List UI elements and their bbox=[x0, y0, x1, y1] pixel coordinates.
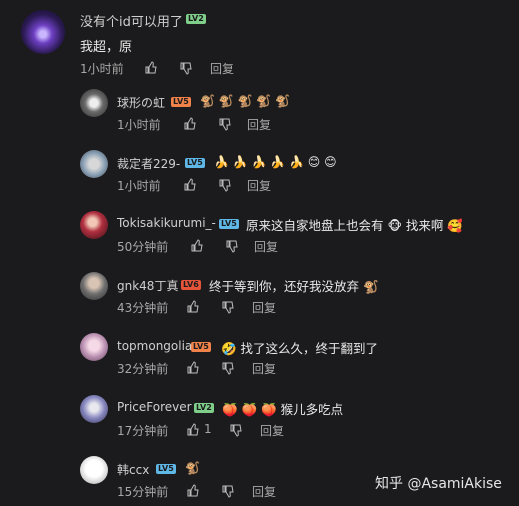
thumbs-up-icon[interactable] bbox=[190, 239, 204, 253]
thumbs-down-icon[interactable] bbox=[218, 117, 232, 131]
like-count: 1 bbox=[204, 422, 212, 436]
reply-button[interactable]: 回复 bbox=[260, 422, 284, 439]
reply-button[interactable]: 回复 bbox=[252, 483, 276, 500]
thumbs-down-icon[interactable] bbox=[221, 361, 235, 375]
thumbs-up-icon[interactable] bbox=[183, 117, 197, 131]
reply-time: 32分钟前 bbox=[117, 362, 169, 376]
thumbs-down-icon[interactable] bbox=[229, 423, 243, 437]
avatar[interactable] bbox=[80, 150, 108, 178]
reply-text: 终于等到你，还好我没放弃 🐒 bbox=[209, 279, 379, 294]
reply-username[interactable]: Tokisakikurumi_- bbox=[117, 216, 216, 230]
reply-text: 🐒 🐒 🐒 🐒 🐒 bbox=[200, 94, 290, 108]
reply-text: 🤣 找了这么久，终于翻到了 bbox=[221, 341, 379, 356]
level-badge: LV5 bbox=[219, 219, 239, 229]
reply-text: 🐒 bbox=[185, 461, 200, 475]
reply-time: 1小时前 bbox=[117, 118, 161, 132]
level-badge: LV2 bbox=[194, 403, 214, 413]
reply-time: 17分钟前 bbox=[117, 424, 169, 438]
avatar[interactable] bbox=[80, 456, 108, 484]
thumbs-down-icon[interactable] bbox=[179, 61, 193, 75]
thumbs-down-icon[interactable] bbox=[221, 300, 235, 314]
level-badge: LV5 bbox=[191, 342, 211, 352]
thumbs-up-icon[interactable] bbox=[186, 484, 200, 498]
thumbs-up-icon[interactable] bbox=[183, 178, 197, 192]
reply-text: 🍌 🍌 🍌 🍌 🍌 😊 😊 bbox=[214, 155, 337, 169]
avatar[interactable] bbox=[80, 333, 108, 361]
level-badge: LV2 bbox=[186, 14, 206, 24]
thumbs-down-icon[interactable] bbox=[221, 484, 235, 498]
reply-button[interactable]: 回复 bbox=[252, 299, 276, 316]
comment-time: 1小时前 bbox=[80, 62, 124, 76]
reply-button[interactable]: 回复 bbox=[254, 238, 278, 255]
reply-text: 🍑 🍑 🍑 猴儿多吃点 bbox=[222, 402, 344, 417]
reply-time: 50分钟前 bbox=[117, 240, 169, 254]
comment-text: 我超，原 bbox=[80, 40, 133, 55]
avatar[interactable] bbox=[80, 89, 108, 117]
reply-time: 15分钟前 bbox=[117, 485, 169, 499]
thumbs-up-icon[interactable] bbox=[186, 423, 200, 437]
reply-username[interactable]: 裁定者229- bbox=[117, 155, 180, 172]
reply-username[interactable]: PriceForever bbox=[117, 400, 192, 414]
reply-button[interactable]: 回复 bbox=[252, 360, 276, 377]
watermark: 知乎 @AsamiAkise bbox=[375, 476, 502, 492]
reply-time: 1小时前 bbox=[117, 179, 161, 193]
thumbs-down-icon[interactable] bbox=[218, 178, 232, 192]
reply-text: 原来这自家地盘上也会有 🐵 找来啊 🥰 bbox=[246, 218, 463, 233]
reply-button[interactable]: 回复 bbox=[247, 177, 271, 194]
level-badge: LV6 bbox=[181, 280, 201, 290]
reply-username[interactable]: 球形の虹 bbox=[117, 94, 165, 111]
level-badge: LV5 bbox=[171, 97, 191, 107]
avatar[interactable] bbox=[80, 395, 108, 423]
thumbs-up-icon[interactable] bbox=[186, 361, 200, 375]
avatar[interactable] bbox=[21, 10, 65, 54]
comment-username[interactable]: 没有个id可以用了 bbox=[80, 11, 183, 30]
avatar[interactable] bbox=[80, 272, 108, 300]
level-badge: LV5 bbox=[185, 158, 205, 168]
reply-time: 43分钟前 bbox=[117, 301, 169, 315]
reply-username[interactable]: 韩ccx bbox=[117, 461, 149, 478]
thumbs-up-icon[interactable] bbox=[186, 300, 200, 314]
level-badge: LV5 bbox=[156, 464, 176, 474]
reply-username[interactable]: gnk48丁真 bbox=[117, 277, 178, 294]
reply-button[interactable]: 回复 bbox=[247, 116, 271, 133]
reply-button[interactable]: 回复 bbox=[210, 60, 234, 77]
thumbs-up-icon[interactable] bbox=[144, 61, 158, 75]
reply-username[interactable]: topmongolia bbox=[117, 339, 192, 353]
thumbs-down-icon[interactable] bbox=[225, 239, 239, 253]
avatar[interactable] bbox=[80, 211, 108, 239]
